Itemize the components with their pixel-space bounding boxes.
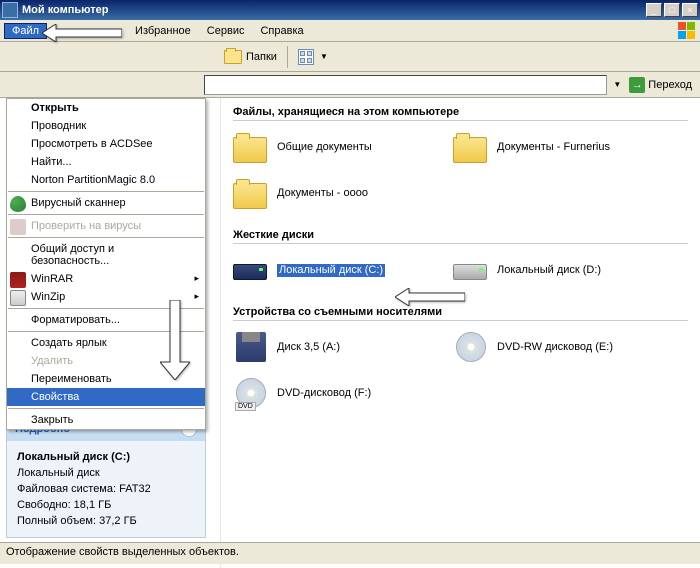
go-arrow-icon: → [629,77,645,93]
windows-logo-icon [678,22,696,40]
menu-create-shortcut[interactable]: Создать ярлык [7,334,205,352]
hdd-icon [453,252,489,288]
item-label: Диск 3,5 (A:) [277,341,340,354]
details-filesystem: Файловая система: FAT32 [17,481,195,497]
app-icon [2,2,18,18]
menu-find[interactable]: Найти... [7,153,205,171]
menu-rename[interactable]: Переименовать [7,370,205,388]
drive-f[interactable]: DVD-дисковод (F:) [233,375,433,411]
folder-icon [233,129,269,165]
menu-check-viruses: Проверить на вирусы [7,217,205,235]
section-files-title: Файлы, хранящиеся на этом компьютере [233,106,688,121]
menu-favorites[interactable]: Избранное [127,23,199,39]
address-dropdown-icon[interactable]: ▼ [613,80,621,89]
menu-separator [8,214,204,215]
item-label-selected: Локальный диск (C:) [277,264,385,277]
details-panel: Подробно ⌃ Локальный диск (C:) Локальный… [6,416,206,538]
go-button[interactable]: → Переход [625,76,696,94]
menu-share-security[interactable]: Общий доступ и безопасность... [7,240,205,270]
dvd-icon [233,375,269,411]
folder-user-documents[interactable]: Документы - Furnerius [453,129,653,165]
menubar: Файл Избранное Сервис Справка [0,20,700,42]
menu-separator [8,308,204,309]
winrar-icon [10,272,26,288]
menu-properties[interactable]: Свойства [7,388,205,406]
item-label: DVD-дисковод (F:) [277,387,371,400]
statusbar: Отображение свойств выделенных объектов. [0,542,700,564]
drive-a[interactable]: Диск 3,5 (A:) [233,329,433,365]
file-menu-dropdown: Открыть Проводник Просмотреть в ACDSee Н… [6,98,206,430]
hdd-icon [233,252,269,288]
folder-icon [224,50,242,64]
menu-acdsee[interactable]: Просмотреть в ACDSee [7,135,205,153]
drive-e[interactable]: DVD-RW дисковод (E:) [453,329,653,365]
av-icon [10,219,26,235]
section-hdd-title: Жесткие диски [233,229,688,244]
folder-icon [233,175,269,211]
chevron-down-icon: ▼ [320,52,328,61]
menu-close[interactable]: Закрыть [7,411,205,429]
minimize-button[interactable]: _ [646,3,662,17]
window-buttons: _ □ × [646,3,698,17]
folders-label: Папки [246,51,277,63]
menu-format[interactable]: Форматировать... [7,311,205,329]
details-total-size: Полный объем: 37,2 ГБ [17,513,195,529]
titlebar: Мой компьютер _ □ × [0,0,700,20]
menu-separator [8,191,204,192]
menu-explorer[interactable]: Проводник [7,117,205,135]
details-body: Локальный диск (C:) Локальный диск Файло… [7,441,205,537]
folder-oooo-documents[interactable]: Документы - oooo [233,175,433,211]
statusbar-text: Отображение свойств выделенных объектов. [6,546,239,558]
menu-separator [8,237,204,238]
menu-winrar[interactable]: WinRAR [7,270,205,288]
main-pane: Файлы, хранящиеся на этом компьютере Общ… [220,98,700,568]
item-label: Общие документы [277,141,372,154]
content-area: Открыть Проводник Просмотреть в ACDSee Н… [0,98,700,568]
menu-tools[interactable]: Сервис [199,23,253,39]
menu-help[interactable]: Справка [252,23,311,39]
address-field[interactable] [204,75,607,95]
hdd-section: Локальный диск (C:) Локальный диск (D:) [233,252,688,288]
close-button[interactable]: × [682,3,698,17]
window-title: Мой компьютер [22,4,646,16]
menu-delete: Удалить [7,352,205,370]
menu-file[interactable]: Файл [4,23,47,39]
menu-winzip[interactable]: WinZip [7,288,205,306]
item-label: DVD-RW дисковод (E:) [497,341,613,354]
item-label: Локальный диск (D:) [497,264,601,277]
menu-virus-scanner[interactable]: Вирусный сканнер [7,194,205,212]
addressbar: ▼ → Переход [0,72,700,98]
floppy-icon [233,329,269,365]
details-free-space: Свободно: 18,1 ГБ [17,497,195,513]
item-label: Документы - Furnerius [497,141,610,154]
details-drive-type: Локальный диск [17,465,195,481]
drive-c[interactable]: Локальный диск (C:) [233,252,433,288]
item-label: Документы - oooo [277,187,368,200]
folder-shared-documents[interactable]: Общие документы [233,129,433,165]
views-icon [298,49,314,65]
maximize-button[interactable]: □ [664,3,680,17]
section-removable-title: Устройства со съемными носителями [233,306,688,321]
files-section: Общие документы Документы - Furnerius До… [233,129,688,211]
removable-section: Диск 3,5 (A:) DVD-RW дисковод (E:) DVD-д… [233,329,688,411]
menu-norton[interactable]: Norton PartitionMagic 8.0 [7,171,205,189]
folders-button[interactable]: Папки [220,48,281,66]
details-drive-name: Локальный диск (C:) [17,449,195,465]
folder-icon [453,129,489,165]
shield-icon [10,196,26,212]
cd-icon [453,329,489,365]
go-label: Переход [648,79,692,91]
drive-d[interactable]: Локальный диск (D:) [453,252,653,288]
toolbar: Папки ▼ [0,42,700,72]
menu-separator [8,408,204,409]
menu-open[interactable]: Открыть [7,99,205,117]
winzip-icon [10,290,26,306]
menu-separator [8,331,204,332]
views-button[interactable]: ▼ [294,47,332,67]
